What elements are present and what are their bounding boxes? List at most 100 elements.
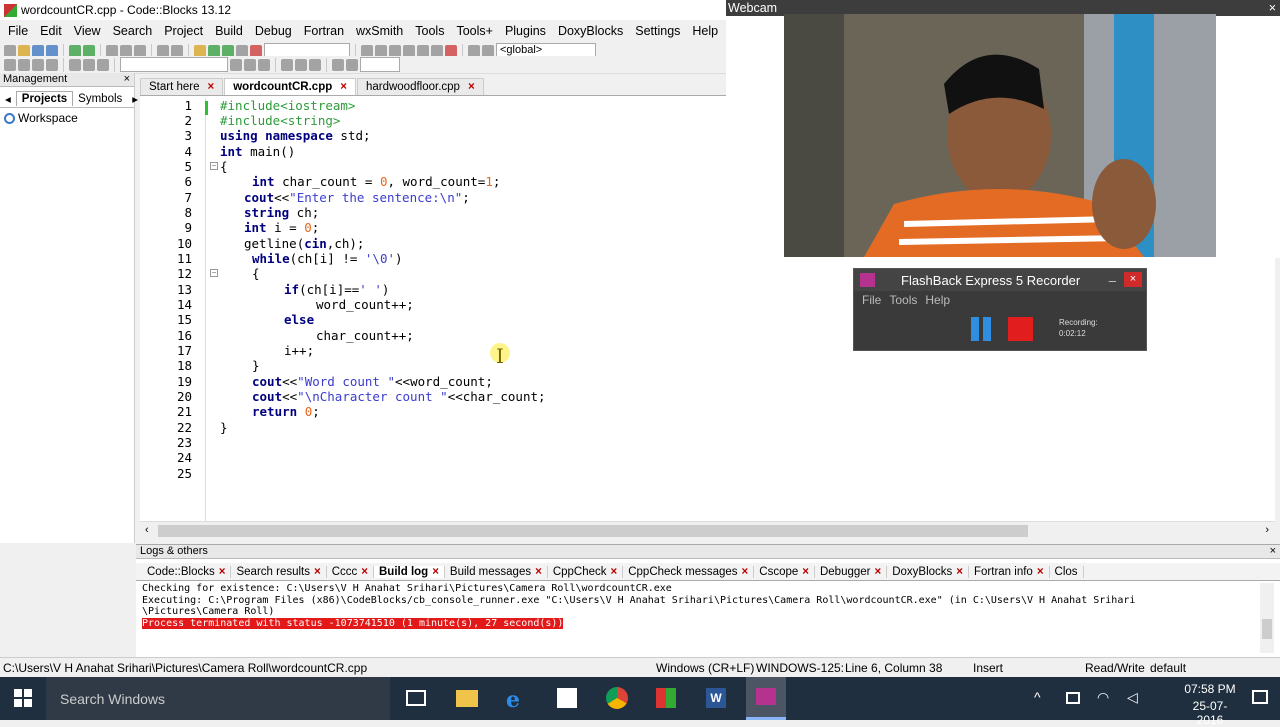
tab-start-here[interactable]: Start here × bbox=[140, 78, 224, 95]
thesaurus-icon[interactable] bbox=[346, 58, 358, 71]
workspace-node[interactable]: Workspace bbox=[0, 108, 134, 128]
menu-wxsmith[interactable]: wxSmith bbox=[350, 24, 409, 38]
comment-icon[interactable] bbox=[32, 58, 44, 71]
menu-fortran[interactable]: Fortran bbox=[298, 24, 350, 38]
clock-date[interactable]: 25-07-2016 bbox=[1180, 699, 1240, 727]
tab-cppcheck-messages[interactable]: CppCheck messages × bbox=[623, 565, 755, 578]
tab-search-results[interactable]: Search results × bbox=[231, 565, 327, 578]
logs-vertical-scrollbar[interactable] bbox=[1260, 583, 1274, 653]
chrome-icon[interactable] bbox=[606, 687, 628, 709]
paste-icon[interactable] bbox=[134, 44, 146, 57]
minimize-icon[interactable]: – bbox=[1109, 273, 1116, 288]
menu-tools[interactable]: Tools bbox=[409, 24, 450, 38]
debug-windows-icon[interactable] bbox=[468, 44, 480, 57]
language-combo[interactable] bbox=[360, 57, 400, 72]
build-gear-icon[interactable] bbox=[194, 44, 206, 57]
save-icon[interactable] bbox=[32, 44, 44, 57]
jump-next-icon[interactable] bbox=[244, 58, 256, 71]
tab-cppcheck[interactable]: CppCheck × bbox=[548, 565, 624, 578]
zoom-in-icon[interactable] bbox=[295, 58, 307, 71]
close-icon[interactable]: × bbox=[1270, 545, 1276, 558]
next-bookmark-icon[interactable] bbox=[97, 58, 109, 71]
copy-icon[interactable] bbox=[120, 44, 132, 57]
close-icon[interactable]: × bbox=[124, 73, 130, 86]
recorder-menu-help[interactable]: Help bbox=[925, 293, 950, 307]
close-tab-icon[interactable]: × bbox=[468, 81, 475, 93]
select-icon[interactable] bbox=[281, 58, 293, 71]
next-line-icon[interactable] bbox=[389, 44, 401, 57]
undo-icon[interactable] bbox=[69, 44, 81, 57]
tab-symbols[interactable]: Symbols bbox=[73, 92, 127, 106]
build-run-icon[interactable] bbox=[222, 44, 234, 57]
store-icon[interactable] bbox=[557, 688, 577, 708]
new-file-icon[interactable] bbox=[4, 44, 16, 57]
menu-build[interactable]: Build bbox=[209, 24, 249, 38]
step-into-icon[interactable] bbox=[403, 44, 415, 57]
uncomment-icon[interactable] bbox=[46, 58, 58, 71]
close-icon[interactable]: × bbox=[1124, 272, 1142, 287]
taskbar-search[interactable]: Search Windows bbox=[46, 677, 390, 720]
jump-prev-icon[interactable] bbox=[230, 58, 242, 71]
redo-icon[interactable] bbox=[83, 44, 95, 57]
menu-search[interactable]: Search bbox=[107, 24, 159, 38]
tab-scroll-left-icon[interactable]: ◂ bbox=[0, 91, 16, 107]
prev-bookmark-icon[interactable] bbox=[83, 58, 95, 71]
highlight-icon[interactable] bbox=[258, 58, 270, 71]
jump-back-icon[interactable] bbox=[4, 58, 16, 71]
menu-help[interactable]: Help bbox=[686, 24, 724, 38]
tab-fortran-info[interactable]: Fortran info × bbox=[969, 565, 1050, 578]
open-icon[interactable] bbox=[18, 44, 30, 57]
close-tab-icon[interactable]: × bbox=[208, 81, 215, 93]
stop-debug-icon[interactable] bbox=[445, 44, 457, 57]
tab-build-messages[interactable]: Build messages × bbox=[445, 565, 548, 578]
save-all-icon[interactable] bbox=[46, 44, 58, 57]
spell-check-icon[interactable] bbox=[332, 58, 344, 71]
menu-debug[interactable]: Debug bbox=[249, 24, 298, 38]
codeblocks-taskbar-icon[interactable] bbox=[656, 688, 676, 708]
run-icon[interactable] bbox=[208, 44, 220, 57]
pause-icon[interactable] bbox=[431, 44, 443, 57]
tab-hardwoodfloor[interactable]: hardwoodfloor.cpp × bbox=[356, 78, 484, 95]
menu-doxyblocks[interactable]: DoxyBlocks bbox=[552, 24, 629, 38]
replace-icon[interactable] bbox=[171, 44, 183, 57]
menu-plugins[interactable]: Plugins bbox=[499, 24, 552, 38]
zoom-out-icon[interactable] bbox=[309, 58, 321, 71]
close-icon[interactable]: × bbox=[1269, 1, 1276, 15]
rebuild-icon[interactable] bbox=[236, 44, 248, 57]
windows-start-icon[interactable] bbox=[14, 689, 32, 707]
abort-icon[interactable] bbox=[250, 44, 262, 57]
find-icon[interactable] bbox=[157, 44, 169, 57]
fold-toggle-icon[interactable]: − bbox=[210, 269, 218, 277]
stop-button[interactable] bbox=[1008, 317, 1033, 341]
tab-debugger[interactable]: Debugger × bbox=[815, 565, 888, 578]
clock-time[interactable]: 07:58 PM bbox=[1180, 682, 1240, 696]
pause-button[interactable] bbox=[971, 317, 991, 341]
step-out-icon[interactable] bbox=[417, 44, 429, 57]
show-hidden-icons-icon[interactable]: ^ bbox=[1034, 689, 1041, 705]
tab-wordcountcr[interactable]: wordcountCR.cpp × bbox=[224, 78, 356, 95]
cut-icon[interactable] bbox=[106, 44, 118, 57]
info-icon[interactable] bbox=[482, 44, 494, 57]
word-icon[interactable]: W bbox=[706, 688, 726, 708]
close-tab-icon[interactable]: × bbox=[340, 81, 347, 93]
menu-settings[interactable]: Settings bbox=[629, 24, 686, 38]
flashback-taskbar-button[interactable] bbox=[746, 677, 786, 720]
tab-doxyblocks[interactable]: DoxyBlocks × bbox=[887, 565, 970, 578]
fold-toggle-icon[interactable]: − bbox=[210, 162, 218, 170]
edge-browser-icon[interactable]: e bbox=[506, 687, 520, 713]
tab-close[interactable]: Clos bbox=[1050, 565, 1084, 578]
menu-view[interactable]: View bbox=[68, 24, 107, 38]
jump-forward-icon[interactable] bbox=[18, 58, 30, 71]
menu-project[interactable]: Project bbox=[158, 24, 209, 38]
recorder-menu-tools[interactable]: Tools bbox=[889, 293, 917, 307]
editor-horizontal-scrollbar[interactable]: ‹ › bbox=[140, 521, 1275, 539]
run-to-cursor-icon[interactable] bbox=[375, 44, 387, 57]
recorder-menu-file[interactable]: File bbox=[862, 293, 881, 307]
file-explorer-icon[interactable] bbox=[456, 690, 478, 707]
scroll-right-icon[interactable]: › bbox=[1265, 524, 1269, 536]
tab-build-log[interactable]: Build log × bbox=[374, 565, 445, 578]
task-view-icon[interactable] bbox=[406, 690, 426, 706]
tab-codeblocks[interactable]: Code::Blocks × bbox=[142, 565, 232, 578]
tab-cccc[interactable]: Cccc × bbox=[327, 565, 374, 578]
scroll-left-icon[interactable]: ‹ bbox=[145, 524, 149, 536]
